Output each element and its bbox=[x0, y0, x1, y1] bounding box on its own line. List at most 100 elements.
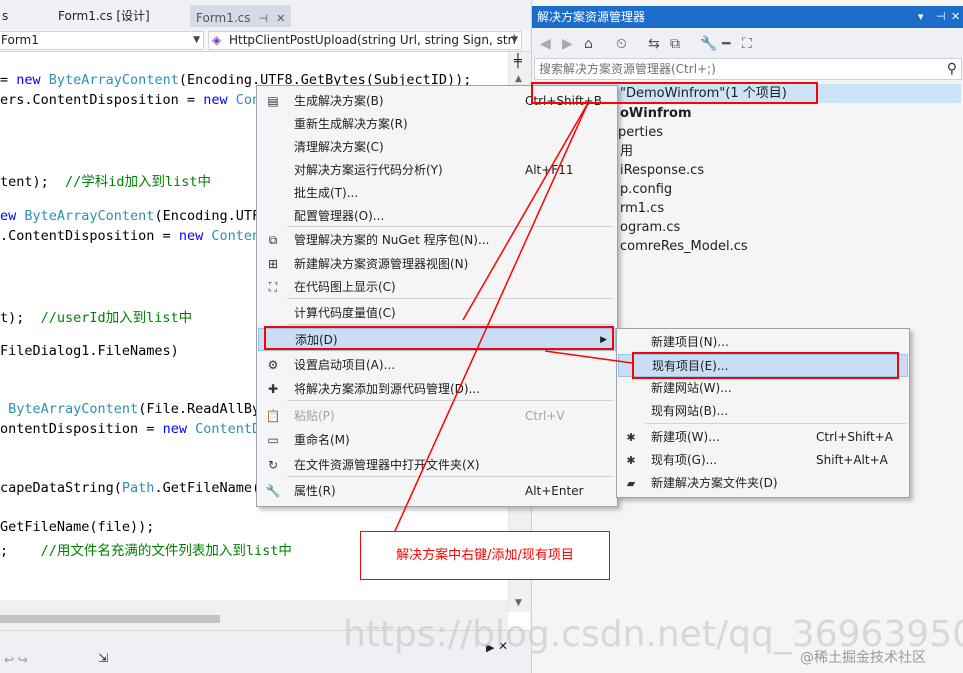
menu-item-label: 粘贴(P) bbox=[294, 409, 335, 423]
chevron-down-icon: ▼ bbox=[511, 35, 518, 45]
code-line: capeDataString(Path.GetFileName(f bbox=[0, 480, 268, 496]
method-combo[interactable]: ◈ HttpClientPostUpload(string Url, strin… bbox=[208, 31, 522, 50]
tree-item[interactable]: oWinfrom bbox=[620, 104, 692, 123]
scroll-thumb[interactable] bbox=[0, 615, 220, 623]
close-icon[interactable]: ✕ bbox=[951, 6, 960, 28]
preview-icon[interactable]: ━ bbox=[722, 36, 730, 52]
menu-item-label: 生成解决方案(B) bbox=[294, 94, 384, 108]
submenu-item[interactable]: ✱ 新建项(W)... Ctrl+Shift+A bbox=[618, 426, 908, 449]
tree-item[interactable]: ogram.cs bbox=[620, 218, 680, 237]
menu-item[interactable]: 🔧 属性(R) Alt+Enter bbox=[258, 480, 616, 503]
rename-icon: ▭ bbox=[267, 433, 279, 447]
code-line: t); //userId加入到list中 bbox=[0, 306, 192, 326]
home-icon[interactable]: ⌂ bbox=[584, 36, 593, 52]
gear-icon: ⚙ bbox=[267, 358, 279, 372]
tab-form1-cs[interactable]: Form1.cs ⊣ ✕ bbox=[190, 5, 292, 27]
scroll-up-icon[interactable]: ▲ bbox=[515, 74, 522, 84]
menu-item[interactable]: 添加(D) ▶ bbox=[258, 328, 616, 351]
tree-item[interactable]: rm1.cs bbox=[620, 199, 664, 218]
tree-item-label: ogram.cs bbox=[620, 220, 681, 235]
menu-item[interactable]: 对解决方案运行代码分析(Y) Alt+F11 bbox=[258, 159, 616, 182]
submenu-item[interactable]: 现有网站(B)... bbox=[618, 400, 908, 423]
wrench-icon[interactable]: 🔧 bbox=[700, 36, 717, 52]
tree-item-label: "DemoWinfrom"(1 个项目) bbox=[620, 86, 787, 101]
solution-search-input[interactable]: 搜索解决方案资源管理器(Ctrl+;) ⚲ bbox=[534, 58, 962, 80]
sync-icon[interactable]: ⇆ bbox=[648, 36, 660, 52]
new-view-icon: ⊞ bbox=[267, 257, 279, 271]
menu-item[interactable]: ⚙ 设置启动项目(A)... bbox=[258, 354, 616, 377]
code-token: ontentDisposition = bbox=[0, 421, 163, 437]
submenu-item[interactable]: ▰ 新建解决方案文件夹(D) bbox=[618, 472, 908, 495]
scroll-down-icon[interactable]: ▼ bbox=[515, 598, 522, 608]
back-icon[interactable]: ◀ bbox=[540, 36, 551, 52]
tool-icon[interactable]: ⇲ bbox=[98, 651, 108, 665]
tab-form1-designer[interactable]: Form1.cs [设计] bbox=[52, 5, 156, 27]
code-map-icon[interactable]: ⛶ bbox=[742, 36, 752, 52]
existing-item-icon: ✱ bbox=[626, 454, 636, 467]
code-token: tent); bbox=[0, 174, 66, 190]
code-token: new bbox=[178, 228, 212, 244]
tree-item[interactable]: iResponse.cs bbox=[620, 161, 704, 180]
code-token: ew bbox=[0, 208, 25, 224]
menu-item[interactable]: 📋 粘贴(P) Ctrl+V bbox=[258, 405, 616, 428]
menu-item[interactable]: ✚ 将解决方案添加到源代码管理(D)... bbox=[258, 378, 616, 401]
menu-item[interactable]: ↻ 在文件资源管理器中打开文件夹(X) bbox=[258, 454, 616, 477]
menu-item[interactable]: 清理解决方案(C) bbox=[258, 136, 616, 159]
menu-item[interactable]: ▭ 重命名(M) bbox=[258, 429, 616, 452]
wrench-icon: 🔧 bbox=[265, 484, 281, 498]
menu-item[interactable]: 批生成(T)... bbox=[258, 182, 616, 205]
nav-back-icon[interactable]: ↩ ↪ bbox=[4, 653, 28, 667]
search-icon[interactable]: ⚲ bbox=[947, 59, 957, 79]
history-icon[interactable]: ⏲ bbox=[616, 36, 627, 52]
code-token: ByteArrayContent bbox=[8, 401, 139, 417]
code-token: (Encoding.UTF8 bbox=[154, 208, 269, 224]
menu-item[interactable]: 重新生成解决方案(R) bbox=[258, 113, 616, 136]
submenu-item[interactable]: 现有项目(E)... bbox=[618, 354, 908, 377]
open-folder-icon: ↻ bbox=[267, 458, 279, 472]
tree-item[interactable]: p.config bbox=[620, 180, 672, 199]
menu-item-label: 将解决方案添加到源代码管理(D)... bbox=[294, 382, 481, 396]
code-line: GetFileName(file)); bbox=[0, 519, 154, 535]
tree-item-label: rm1.cs bbox=[620, 201, 665, 216]
tree-item-label: oWinfrom bbox=[620, 106, 692, 121]
code-line: ew ByteArrayContent(Encoding.UTF8 bbox=[0, 208, 268, 224]
collapse-icon[interactable]: ⧉ bbox=[670, 36, 680, 52]
menu-item[interactable]: ⧉ 管理解决方案的 NuGet 程序包(N)... bbox=[258, 229, 616, 252]
solution-explorer-toolbar: ◀ ▶ ⌂ ⏲ ⇆ ⧉ 🔧 ━ ⛶ bbox=[532, 30, 963, 58]
chevron-down-icon[interactable]: ▾ bbox=[918, 6, 924, 28]
tree-item[interactable]: comreRes_Model.cs bbox=[620, 237, 748, 256]
tab-partial[interactable]: s bbox=[0, 5, 14, 27]
menu-item[interactable]: ▤ 生成解决方案(B) Ctrl+Shift+B bbox=[258, 90, 616, 113]
submenu-item[interactable]: 新建项目(N)... bbox=[618, 331, 908, 354]
code-token: //学科id加入到list中 bbox=[65, 174, 212, 190]
menu-item[interactable]: ⛶ 在代码图上显示(C) bbox=[258, 276, 616, 299]
submenu-item-label: 新建解决方案文件夹(D) bbox=[651, 476, 778, 490]
menu-item[interactable]: 计算代码度量值(C) bbox=[258, 302, 616, 325]
code-token: capeDataString( bbox=[0, 480, 122, 496]
code-token: new bbox=[203, 92, 236, 108]
tree-item[interactable]: 用 bbox=[620, 142, 633, 161]
tab-label: Form1.cs [设计] bbox=[58, 9, 150, 23]
submenu-arrow-icon: ▶ bbox=[600, 335, 607, 345]
submenu-item[interactable]: ✱ 现有项(G)... Shift+Alt+A bbox=[618, 449, 908, 472]
submenu-item[interactable]: 新建网站(W)... bbox=[618, 377, 908, 400]
menu-item[interactable]: 配置管理器(O)... bbox=[258, 205, 616, 228]
menu-item-shortcut: Ctrl+V bbox=[525, 409, 565, 423]
pin-icon[interactable]: ⊣ bbox=[259, 12, 269, 25]
tree-item-label: 用 bbox=[620, 144, 634, 159]
close-icon[interactable]: ✕ bbox=[276, 12, 285, 25]
menu-item-label: 重命名(M) bbox=[294, 433, 350, 447]
menu-item[interactable]: ⊞ 新建解决方案资源管理器视图(N) bbox=[258, 253, 616, 276]
menu-item-label: 清理解决方案(C) bbox=[294, 140, 384, 154]
document-tab-strip: s Form1.cs [设计] Form1.cs ⊣ ✕ bbox=[0, 0, 530, 30]
code-line: ByteArrayContent(File.ReadAllByt bbox=[0, 401, 268, 417]
class-combo[interactable]: Form1 ▼ bbox=[0, 31, 204, 50]
submenu-item-shortcut: Shift+Alt+A bbox=[816, 453, 888, 467]
code-token: ByteArrayContent bbox=[24, 208, 155, 224]
code-line: ontentDisposition = new ContentDi bbox=[0, 421, 268, 437]
code-token: t); bbox=[0, 310, 41, 326]
split-icon[interactable]: ╪ bbox=[514, 54, 522, 69]
pin-icon[interactable]: ⊣ bbox=[936, 6, 946, 28]
forward-icon[interactable]: ▶ bbox=[562, 36, 573, 52]
